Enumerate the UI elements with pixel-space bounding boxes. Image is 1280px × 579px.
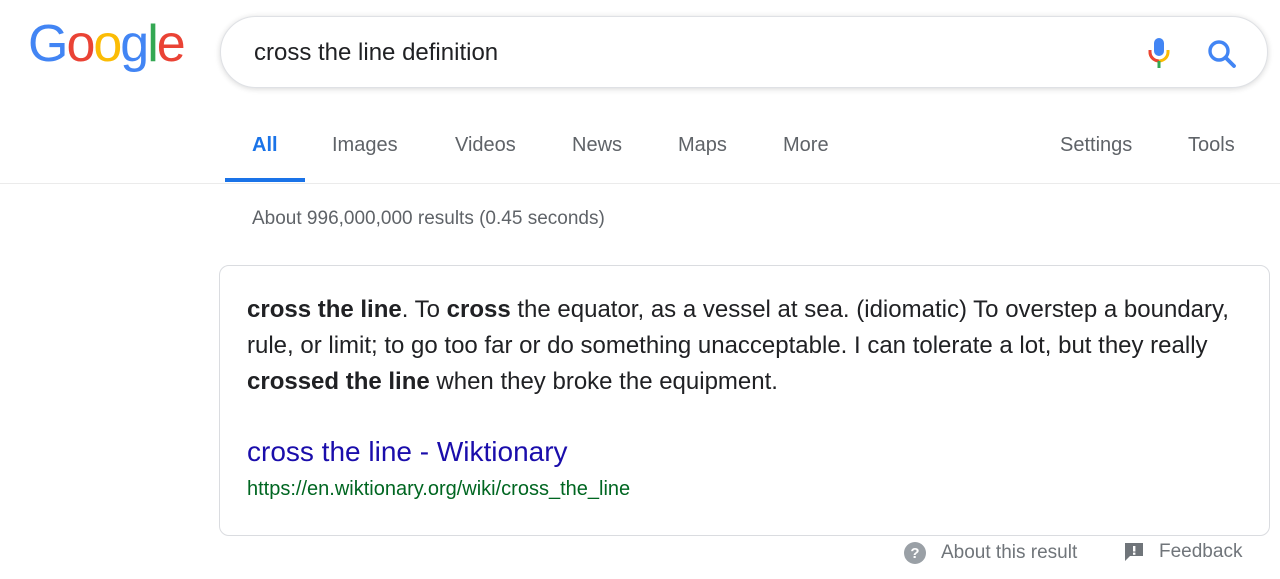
feedback-button[interactable]: Feedback (1123, 541, 1242, 563)
about-label: About this result (941, 542, 1078, 563)
search-input[interactable] (254, 35, 1114, 71)
settings-link[interactable]: Settings (1060, 134, 1132, 157)
tab-news[interactable]: News (572, 134, 622, 157)
tab-all[interactable]: All (252, 134, 278, 157)
logo-letter: o (66, 15, 95, 73)
featured-snippet: cross the line. To cross the equator, as… (219, 265, 1270, 536)
result-title-link[interactable]: cross the line - Wiktionary (247, 434, 568, 470)
tab-maps[interactable]: Maps (678, 134, 727, 157)
tab-more[interactable]: More (783, 134, 829, 157)
logo-letter: g (120, 15, 149, 73)
definition-text: cross the line. To cross the equator, as… (247, 292, 1237, 400)
search-tabs: All Images Videos News Maps More Setting… (0, 110, 1280, 184)
active-tab-indicator (225, 178, 305, 182)
logo-letter: l (147, 15, 158, 73)
magnifier-icon[interactable] (1207, 39, 1237, 69)
svg-text:?: ? (910, 545, 919, 562)
logo-letter: o (93, 15, 122, 73)
about-this-result[interactable]: ? About this result (903, 541, 1077, 565)
definition-term: cross the line (247, 296, 402, 323)
definition-highlight: cross (446, 296, 511, 323)
definition-segment: . To (401, 296, 447, 323)
definition-highlight: crossed the line (247, 368, 430, 395)
result-url: https://en.wiktionary.org/wiki/cross_the… (247, 478, 631, 500)
microphone-icon[interactable] (1146, 37, 1172, 69)
tools-link[interactable]: Tools (1188, 134, 1235, 157)
help-icon: ? (904, 542, 926, 564)
definition-segment: when they broke the equipment. (429, 368, 778, 395)
search-box (220, 16, 1268, 88)
logo-letter: e (156, 15, 186, 73)
feedback-label: Feedback (1159, 541, 1243, 562)
google-logo[interactable]: Google (28, 15, 186, 73)
tab-images[interactable]: Images (332, 134, 398, 157)
result-stats: About 996,000,000 results (0.45 seconds) (252, 208, 605, 229)
feedback-icon (1125, 543, 1143, 561)
logo-letter: G (28, 15, 68, 73)
tab-videos[interactable]: Videos (455, 134, 516, 157)
